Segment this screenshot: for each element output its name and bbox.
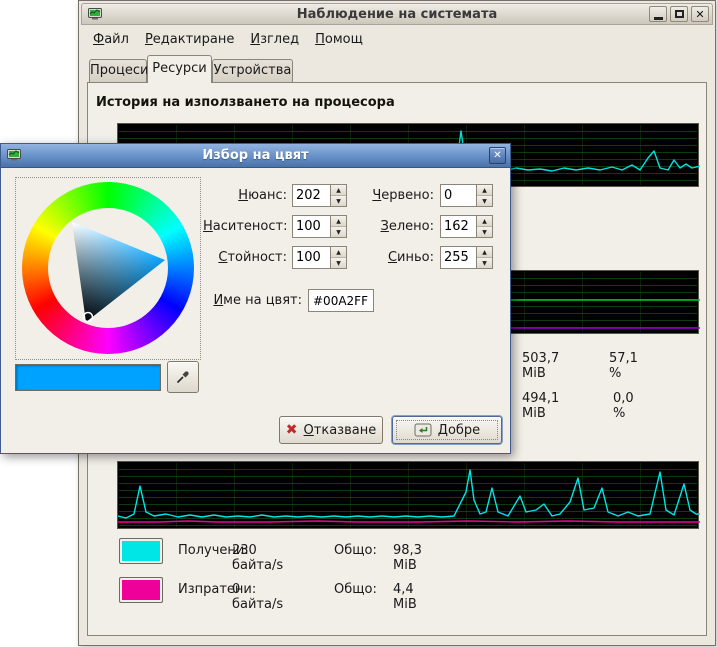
green-spin-down[interactable]: ▼ [477,227,492,237]
menu-help[interactable]: Помощ [307,30,371,49]
close-button[interactable]: ✕ [691,6,709,22]
received-total: 98,3 MiB [393,543,422,573]
red-input[interactable] [441,185,476,206]
value-input[interactable] [293,247,330,268]
tab-processes[interactable]: Процеси [89,59,147,82]
sent-color-swatch[interactable] [119,577,163,603]
tab-resources[interactable]: Ресурси [147,55,212,83]
memory-percent: 57,1 % [609,351,638,381]
close-icon: ✕ [493,150,501,161]
red-spin-up[interactable]: ▲ [477,185,492,196]
saturation-spin-down[interactable]: ▼ [331,227,346,237]
tab-devices[interactable]: Устройства [212,59,293,82]
window-title: Наблюдение на системата [82,7,712,22]
value-spin-down[interactable]: ▼ [331,258,346,268]
color-name-label: Име на цвят: [203,293,302,308]
minimize-button[interactable] [649,6,667,22]
sent-rate: 0 байта/s [232,582,283,612]
color-name-input[interactable] [308,289,374,312]
main-titlebar[interactable]: Наблюдение на системата ✕ [81,3,713,25]
maximize-button[interactable] [670,6,688,22]
cancel-icon: ✖ [286,423,298,437]
sent-total-label: Общо: [334,582,377,597]
memory-amount: 503,7 MiB [522,351,559,381]
hue-input[interactable] [293,185,330,206]
ok-icon [414,423,432,437]
value-spin-up[interactable]: ▲ [331,247,346,258]
sv-triangle[interactable] [22,182,194,354]
blue-spin-up[interactable]: ▲ [477,247,492,258]
eyedropper-button[interactable] [167,361,199,393]
blue-spin-down[interactable]: ▼ [477,258,492,268]
menu-view[interactable]: Изглед [242,30,307,49]
dialog-title: Избор на цвят [1,148,510,163]
menu-file[interactable]: Файл [85,30,137,49]
value-spinbox[interactable]: ▲▼ [292,246,347,269]
sent-total: 4,4 MiB [393,582,417,612]
cpu-history-title: История на използването на процесора [96,95,395,110]
red-spinbox[interactable]: ▲▼ [440,184,493,207]
saturation-spin-up[interactable]: ▲ [331,216,346,227]
menu-edit[interactable]: Редактиране [137,30,242,49]
red-spin-down[interactable]: ▼ [477,196,492,206]
dialog-close-button[interactable]: ✕ [489,147,506,164]
cancel-button-label: Отказване [304,423,377,438]
dialog-titlebar[interactable]: Избор на цвят ✕ [1,144,510,168]
eyedropper-icon [175,369,191,385]
close-icon: ✕ [695,9,704,20]
received-total-label: Общо: [334,543,377,558]
value-label: Стойност: [203,250,287,265]
green-spinbox[interactable]: ▲▼ [440,215,493,238]
color-picker-dialog: Избор на цвят ✕ [0,143,511,454]
green-label: Зелено: [354,219,434,234]
menubar: Файл Редактиране Изглед Помощ [85,29,371,50]
color-preview [15,364,161,391]
saturation-spinbox[interactable]: ▲▼ [292,215,347,238]
network-received-line [118,470,700,518]
hue-spinbox[interactable]: ▲▼ [292,184,347,207]
green-input[interactable] [441,216,476,237]
red-label: Червено: [354,188,434,203]
network-sent-line [118,521,700,522]
swap-percent: 0,0 % [613,391,634,421]
network-history-chart [117,461,699,529]
ok-button[interactable]: Добре [392,416,502,444]
ok-button-label: Добре [438,423,480,438]
cancel-button[interactable]: ✖ Отказване [279,416,383,444]
green-spin-up[interactable]: ▲ [477,216,492,227]
hue-spin-up[interactable]: ▲ [331,185,346,196]
blue-label: Синьо: [354,250,434,265]
minimize-icon [654,17,663,20]
blue-spinbox[interactable]: ▲▼ [440,246,493,269]
swap-amount: 494,1 MiB [522,391,559,421]
saturation-label: Наситеност: [203,219,287,234]
hue-spin-down[interactable]: ▼ [331,196,346,206]
blue-input[interactable] [441,247,476,268]
received-color-swatch[interactable] [119,538,163,564]
color-wheel-area[interactable] [15,177,201,360]
maximize-icon [675,10,684,18]
received-rate: 230 байта/s [232,543,283,573]
hue-label: Нюанс: [203,188,287,203]
saturation-input[interactable] [293,216,330,237]
